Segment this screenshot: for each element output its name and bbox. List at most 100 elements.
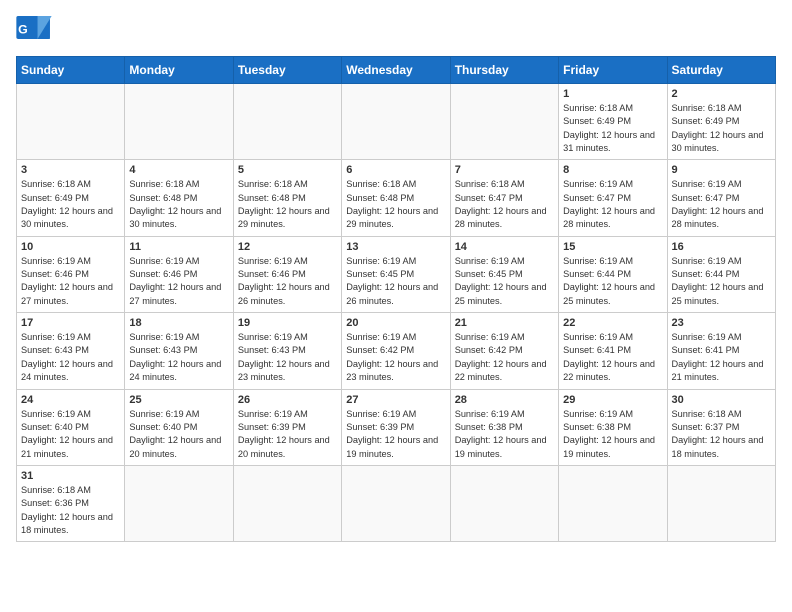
calendar-cell: 20Sunrise: 6:19 AM Sunset: 6:42 PM Dayli… [342,313,450,389]
calendar-cell: 2Sunrise: 6:18 AM Sunset: 6:49 PM Daylig… [667,84,775,160]
day-info: Sunrise: 6:18 AM Sunset: 6:48 PM Dayligh… [238,178,337,231]
calendar-week-row: 1Sunrise: 6:18 AM Sunset: 6:49 PM Daylig… [17,84,776,160]
day-info: Sunrise: 6:19 AM Sunset: 6:43 PM Dayligh… [129,331,228,384]
day-number: 12 [238,241,337,253]
day-number: 23 [672,317,771,329]
svg-text:G: G [18,23,28,37]
day-info: Sunrise: 6:19 AM Sunset: 6:44 PM Dayligh… [563,255,662,308]
day-number: 11 [129,241,228,253]
weekday-header: Saturday [667,57,775,84]
day-number: 19 [238,317,337,329]
calendar-cell: 24 Sunrise: 6:19 AM Sunset: 6:40 PM Dayli… [17,389,125,465]
weekday-header: Monday [125,57,233,84]
day-info: Sunrise: 6:19 AM Sunset: 6:45 PM Dayligh… [346,255,445,308]
day-info: Sunrise: 6:19 AM Sunset: 6:45 PM Dayligh… [455,255,554,308]
calendar-cell: 12 Sunrise: 6:19 AM Sunset: 6:46 PM Dayli… [233,236,341,312]
calendar-week-row: 17 Sunrise: 6:19 AM Sunset: 6:43 PM Dayli… [17,313,776,389]
day-info: Sunrise: 6:19 AM Sunset: 6:47 PM Dayligh… [672,178,771,231]
calendar-cell: 17 Sunrise: 6:19 AM Sunset: 6:43 PM Dayli… [17,313,125,389]
page-header: G [16,16,776,46]
calendar-cell: 27 Sunrise: 6:19 AM Sunset: 6:39 PM Dayli… [342,389,450,465]
day-info: Sunrise: 6:18 AM Sunset: 6:37 PM Dayligh… [672,408,771,461]
day-info: Sunrise: 6:19 AM Sunset: 6:39 PM Dayligh… [238,408,337,461]
day-number: 2 [672,88,771,100]
day-number: 25 [129,394,228,406]
calendar-week-row: 10Sunrise: 6:19 AM Sunset: 6:46 PM Dayli… [17,236,776,312]
calendar-week-row: 31Sunrise: 6:18 AM Sunset: 6:36 PM Dayli… [17,465,776,541]
calendar-cell: 1Sunrise: 6:18 AM Sunset: 6:49 PM Daylig… [559,84,667,160]
day-number: 8 [563,164,662,176]
calendar-header-row: SundayMondayTuesdayWednesdayThursdayFrid… [17,57,776,84]
day-info: Sunrise: 6:19 AM Sunset: 6:38 PM Dayligh… [455,408,554,461]
calendar-cell: 22 Sunrise: 6:19 AM Sunset: 6:41 PM Dayli… [559,313,667,389]
calendar-cell [125,84,233,160]
day-number: 18 [129,317,228,329]
day-number: 3 [21,164,120,176]
day-info: Sunrise: 6:19 AM Sunset: 6:40 PM Dayligh… [21,408,120,461]
weekday-header: Friday [559,57,667,84]
day-info: Sunrise: 6:18 AM Sunset: 6:48 PM Dayligh… [346,178,445,231]
day-number: 30 [672,394,771,406]
calendar-cell [667,465,775,541]
calendar-cell: 13Sunrise: 6:19 AM Sunset: 6:45 PM Dayli… [342,236,450,312]
calendar: SundayMondayTuesdayWednesdayThursdayFrid… [16,56,776,542]
day-info: Sunrise: 6:19 AM Sunset: 6:38 PM Dayligh… [563,408,662,461]
calendar-cell: 26 Sunrise: 6:19 AM Sunset: 6:39 PM Dayli… [233,389,341,465]
day-info: Sunrise: 6:19 AM Sunset: 6:43 PM Dayligh… [238,331,337,384]
day-number: 7 [455,164,554,176]
calendar-cell [233,84,341,160]
calendar-cell: 25 Sunrise: 6:19 AM Sunset: 6:40 PM Dayli… [125,389,233,465]
weekday-header: Sunday [17,57,125,84]
calendar-cell: 14Sunrise: 6:19 AM Sunset: 6:45 PM Dayli… [450,236,558,312]
calendar-cell: 7 Sunrise: 6:18 AM Sunset: 6:47 PM Daylig… [450,160,558,236]
day-number: 26 [238,394,337,406]
day-info: Sunrise: 6:19 AM Sunset: 6:46 PM Dayligh… [238,255,337,308]
calendar-cell [17,84,125,160]
calendar-cell: 29Sunrise: 6:19 AM Sunset: 6:38 PM Dayli… [559,389,667,465]
logo-icon: G [16,16,52,46]
calendar-cell: 16 Sunrise: 6:19 AM Sunset: 6:44 PM Dayli… [667,236,775,312]
calendar-cell: 31Sunrise: 6:18 AM Sunset: 6:36 PM Dayli… [17,465,125,541]
calendar-cell: 10Sunrise: 6:19 AM Sunset: 6:46 PM Dayli… [17,236,125,312]
day-info: Sunrise: 6:19 AM Sunset: 6:40 PM Dayligh… [129,408,228,461]
day-info: Sunrise: 6:19 AM Sunset: 6:44 PM Dayligh… [672,255,771,308]
day-info: Sunrise: 6:19 AM Sunset: 6:39 PM Dayligh… [346,408,445,461]
day-info: Sunrise: 6:19 AM Sunset: 6:46 PM Dayligh… [129,255,228,308]
day-number: 1 [563,88,662,100]
calendar-cell: 28Sunrise: 6:19 AM Sunset: 6:38 PM Dayli… [450,389,558,465]
calendar-cell: 23Sunrise: 6:19 AM Sunset: 6:41 PM Dayli… [667,313,775,389]
day-info: Sunrise: 6:19 AM Sunset: 6:41 PM Dayligh… [563,331,662,384]
calendar-cell [342,465,450,541]
calendar-cell: 8 Sunrise: 6:19 AM Sunset: 6:47 PM Daylig… [559,160,667,236]
calendar-cell: 30 Sunrise: 6:18 AM Sunset: 6:37 PM Dayli… [667,389,775,465]
day-number: 22 [563,317,662,329]
calendar-cell: 19 Sunrise: 6:19 AM Sunset: 6:43 PM Dayli… [233,313,341,389]
calendar-cell [559,465,667,541]
calendar-cell: 11 Sunrise: 6:19 AM Sunset: 6:46 PM Dayli… [125,236,233,312]
day-number: 24 [21,394,120,406]
day-number: 6 [346,164,445,176]
calendar-cell [125,465,233,541]
day-info: Sunrise: 6:18 AM Sunset: 6:48 PM Dayligh… [129,178,228,231]
day-number: 27 [346,394,445,406]
calendar-cell [450,465,558,541]
day-number: 16 [672,241,771,253]
day-info: Sunrise: 6:19 AM Sunset: 6:46 PM Dayligh… [21,255,120,308]
day-number: 17 [21,317,120,329]
calendar-week-row: 3 Sunrise: 6:18 AM Sunset: 6:49 PM Daylig… [17,160,776,236]
calendar-cell [450,84,558,160]
day-info: Sunrise: 6:19 AM Sunset: 6:42 PM Dayligh… [455,331,554,384]
weekday-header: Thursday [450,57,558,84]
day-info: Sunrise: 6:19 AM Sunset: 6:43 PM Dayligh… [21,331,120,384]
calendar-cell [233,465,341,541]
calendar-cell: 9Sunrise: 6:19 AM Sunset: 6:47 PM Daylig… [667,160,775,236]
calendar-cell: 6 Sunrise: 6:18 AM Sunset: 6:48 PM Daylig… [342,160,450,236]
calendar-cell: 15Sunrise: 6:19 AM Sunset: 6:44 PM Dayli… [559,236,667,312]
day-number: 20 [346,317,445,329]
day-info: Sunrise: 6:19 AM Sunset: 6:47 PM Dayligh… [563,178,662,231]
day-info: Sunrise: 6:18 AM Sunset: 6:47 PM Dayligh… [455,178,554,231]
day-info: Sunrise: 6:18 AM Sunset: 6:49 PM Dayligh… [21,178,120,231]
weekday-header: Tuesday [233,57,341,84]
calendar-cell: 21Sunrise: 6:19 AM Sunset: 6:42 PM Dayli… [450,313,558,389]
calendar-cell: 4Sunrise: 6:18 AM Sunset: 6:48 PM Daylig… [125,160,233,236]
